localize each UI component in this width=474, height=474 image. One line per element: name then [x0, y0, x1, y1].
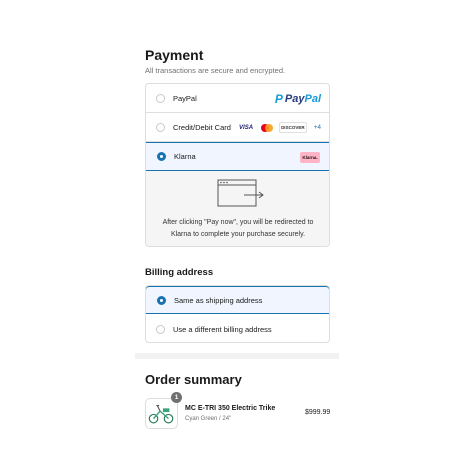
same-address-label: Same as shipping address [174, 295, 263, 305]
product-price: $999.99 [305, 409, 331, 416]
klarna-redirect-panel: After clicking "Pay now", you will be re… [146, 171, 329, 246]
different-address-label: Use a different billing address [173, 324, 272, 334]
same-address-radio[interactable] [157, 295, 166, 305]
product-name: MC E-TRI 350 Electric Trike [185, 405, 276, 412]
billing-address-options: Same as shipping address Use a different… [145, 285, 330, 343]
billing-option-different[interactable]: Use a different billing address [146, 315, 329, 342]
payment-subtitle: All transactions are secure and encrypte… [145, 66, 286, 75]
billing-heading: Billing address [145, 267, 214, 278]
paypal-logo-text-a: Pay [284, 93, 305, 105]
product-thumbnail [145, 398, 178, 429]
billing-option-same[interactable]: Same as shipping address [146, 286, 329, 314]
redirect-message: After clicking "Pay now", you will be re… [162, 219, 314, 238]
payment-option-paypal[interactable]: PayPal P Pay Pal [146, 84, 329, 113]
payment-method-list: PayPal P Pay Pal Credit/Debit Card VISA D… [145, 83, 330, 247]
payment-heading: Payment [145, 47, 204, 63]
more-cards-count[interactable]: +4 [314, 124, 321, 131]
paypal-logo: P Pay Pal [275, 92, 321, 106]
payment-option-klarna[interactable]: Klarna Klarna. [146, 142, 329, 171]
card-logos: VISA DISCOVER +4 [237, 122, 321, 133]
visa-icon: VISA [239, 124, 254, 131]
quantity-badge: 1 [171, 392, 182, 403]
different-address-radio[interactable] [156, 324, 165, 334]
klarna-radio[interactable] [157, 152, 166, 161]
paypal-radio[interactable] [156, 93, 165, 103]
card-radio[interactable] [156, 122, 165, 132]
section-divider [135, 353, 339, 359]
browser-redirect-icon [217, 179, 264, 207]
checkout-page: Payment All transactions are secure and … [0, 0, 474, 474]
trike-icon [148, 404, 174, 424]
payment-option-card[interactable]: Credit/Debit Card VISA DISCOVER +4 [146, 113, 329, 142]
order-summary-heading: Order summary [145, 372, 242, 387]
klarna-logo: Klarna. [300, 152, 320, 163]
discover-icon: DISCOVER [279, 122, 307, 133]
paypal-logo-text-b: Pal [304, 93, 321, 105]
mastercard-icon [259, 123, 275, 133]
product-variant: Cyan Green / 24" [185, 416, 232, 422]
paypal-mark-icon: P [274, 92, 283, 106]
